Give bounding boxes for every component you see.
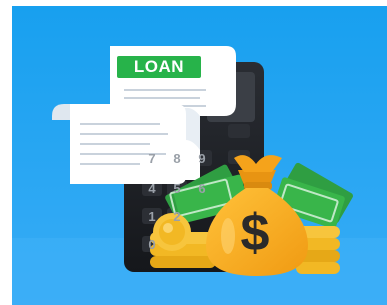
calculator-key-digit: 6 bbox=[198, 180, 206, 196]
left-margin bbox=[0, 0, 12, 305]
top-margin bbox=[0, 0, 387, 6]
calculator-key-op bbox=[228, 124, 250, 138]
calculator-key-digit: 4 bbox=[148, 180, 156, 196]
calculator-key-digit: 9 bbox=[198, 150, 206, 166]
dollar-sign-icon: $ bbox=[240, 204, 270, 262]
calculator-key-digit: 7 bbox=[148, 150, 156, 166]
calculator-key-digit: 2 bbox=[173, 208, 181, 224]
loan-label: LOAN bbox=[133, 57, 185, 76]
calculator-key-digit: 1 bbox=[148, 208, 156, 224]
calculator-key-digit: 8 bbox=[173, 150, 181, 166]
loan-illustration: LOAN $ 7 8 9 4 5 6 1 2 0 bbox=[0, 0, 387, 305]
calculator-key-digit: 0 bbox=[148, 236, 156, 252]
front-document bbox=[52, 104, 186, 184]
calculator-key-digit: 5 bbox=[173, 180, 181, 196]
